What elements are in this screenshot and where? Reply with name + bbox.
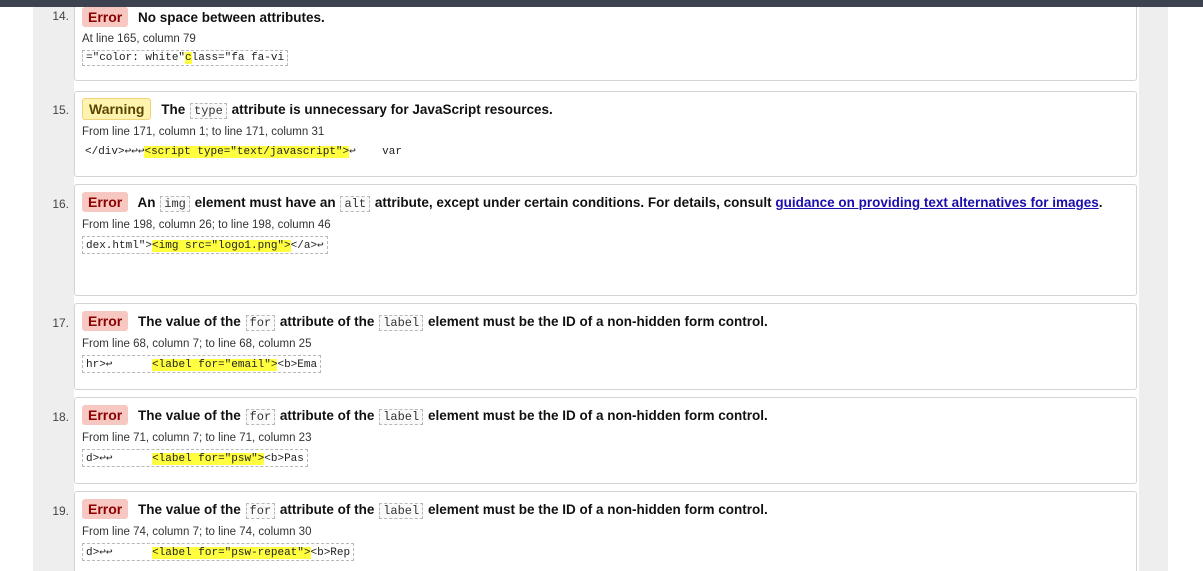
error-badge: Error (82, 499, 129, 519)
extract-before: </div>↩↩↩ (85, 146, 145, 158)
message-text: attribute of the (279, 408, 375, 423)
extract-highlight: <label for="psw-repeat"> (152, 547, 311, 559)
extract-before: dex.html"> (86, 240, 153, 252)
message-text: element must be the ID of a non-hidden f… (427, 502, 768, 517)
extract-before: hr>↩ (86, 359, 153, 371)
message-title: Error No space between attributes. (82, 7, 1129, 30)
message-location: From line 71, column 7; to line 71, colu… (82, 432, 312, 444)
source-extract[interactable]: ="color: white"class="fa fa-vi (82, 50, 289, 66)
extract-after: <b>Ema (277, 359, 318, 371)
message-text: attribute of the (279, 314, 375, 329)
extract-before: d>↩↩ (86, 453, 153, 465)
extract-after: lass="fa fa-vi (191, 52, 285, 64)
message-title: Error The value of the for attribute of … (82, 498, 1129, 523)
message-title: Error The value of the for attribute of … (82, 404, 1129, 429)
code-keyword: alt (340, 196, 371, 212)
guidance-link[interactable]: guidance on providing text alternatives … (775, 195, 1098, 210)
message-text: The (161, 102, 186, 117)
message-title: Warning The type attribute is unnecessar… (82, 98, 1129, 123)
message-text: An (137, 195, 156, 210)
message-card: Error The value of the for attribute of … (74, 491, 1137, 571)
message-title: Error An img element must have an alt at… (82, 191, 1129, 216)
message-location: From line 171, column 1; to line 171, co… (82, 126, 325, 138)
message-text: The value of the (138, 408, 241, 423)
code-keyword: label (379, 409, 424, 425)
message-text: element must be the ID of a non-hidden f… (427, 408, 768, 423)
extract-after: ↩ var (349, 146, 402, 158)
message-card: Error The value of the for attribute of … (74, 397, 1137, 484)
message-location: From line 198, column 26; to line 198, c… (82, 219, 331, 231)
message-number: 15. (52, 103, 69, 117)
source-extract[interactable]: d>↩↩ <label for="psw"><b>Pas (82, 449, 308, 467)
code-keyword: type (190, 103, 227, 119)
code-keyword: for (245, 315, 276, 331)
extract-highlight: <label for="email"> (152, 359, 278, 371)
error-badge: Error (82, 405, 129, 425)
message-list: 14. Error No space between attributes. A… (33, 7, 1139, 571)
message-card: Warning The type attribute is unnecessar… (74, 91, 1137, 177)
extract-highlight: c (185, 52, 192, 64)
extract-after: </a>↩ (290, 240, 324, 252)
error-badge: Error (82, 192, 129, 212)
message-text: The value of the (138, 314, 241, 329)
message-text: The value of the (138, 502, 241, 517)
message-text: attribute, except under certain conditio… (374, 195, 772, 210)
warning-badge: Warning (82, 98, 152, 120)
extract-after: <b>Pas (264, 453, 304, 465)
message-text: element must have an (194, 195, 336, 210)
message-card: Error The value of the for attribute of … (74, 303, 1137, 390)
code-keyword: label (379, 503, 424, 519)
message-card: Error An img element must have an alt at… (74, 184, 1137, 296)
message-number: 14. (52, 9, 69, 23)
message-location: From line 74, column 7; to line 74, colu… (82, 526, 312, 538)
extract-before: ="color: white" (86, 52, 186, 64)
code-keyword: for (245, 503, 276, 519)
message-location: At line 165, column 79 (82, 33, 196, 45)
extract-highlight: <script type="text/javascript"> (144, 146, 350, 158)
source-extract[interactable]: dex.html"><img src="logo1.png"></a>↩ (82, 236, 328, 254)
right-gutter (1139, 7, 1168, 571)
message-text: element must be the ID of a non-hidden f… (427, 314, 768, 329)
source-extract[interactable]: </div>↩↩↩<script type="text/javascript">… (82, 143, 405, 159)
message-text: attribute of the (279, 502, 375, 517)
extract-highlight: <label for="psw"> (152, 453, 265, 465)
message-text: attribute is unnecessary for JavaScript … (231, 102, 553, 117)
message-number: 19. (52, 504, 69, 518)
code-keyword: for (245, 409, 276, 425)
code-keyword: label (379, 315, 424, 331)
top-bar (0, 0, 1203, 7)
source-extract[interactable]: hr>↩ <label for="email"><b>Ema (82, 355, 322, 373)
error-badge: Error (82, 7, 129, 27)
code-keyword: img (160, 196, 190, 212)
message-number: 17. (52, 316, 69, 330)
extract-after: <b>Rep (310, 547, 351, 559)
message-title: Error The value of the for attribute of … (82, 310, 1129, 335)
message-location: From line 68, column 7; to line 68, colu… (82, 338, 312, 350)
message-number: 16. (52, 197, 69, 211)
source-extract[interactable]: d>↩↩ <label for="psw-repeat"><b>Rep (82, 543, 355, 561)
error-badge: Error (82, 311, 129, 331)
message-text: No space between attributes. (138, 10, 325, 25)
message-card: Error No space between attributes. At li… (74, 7, 1137, 81)
message-number: 18. (52, 410, 69, 424)
extract-highlight: <img src="logo1.png"> (152, 240, 291, 252)
extract-before: d>↩↩ (86, 547, 153, 559)
